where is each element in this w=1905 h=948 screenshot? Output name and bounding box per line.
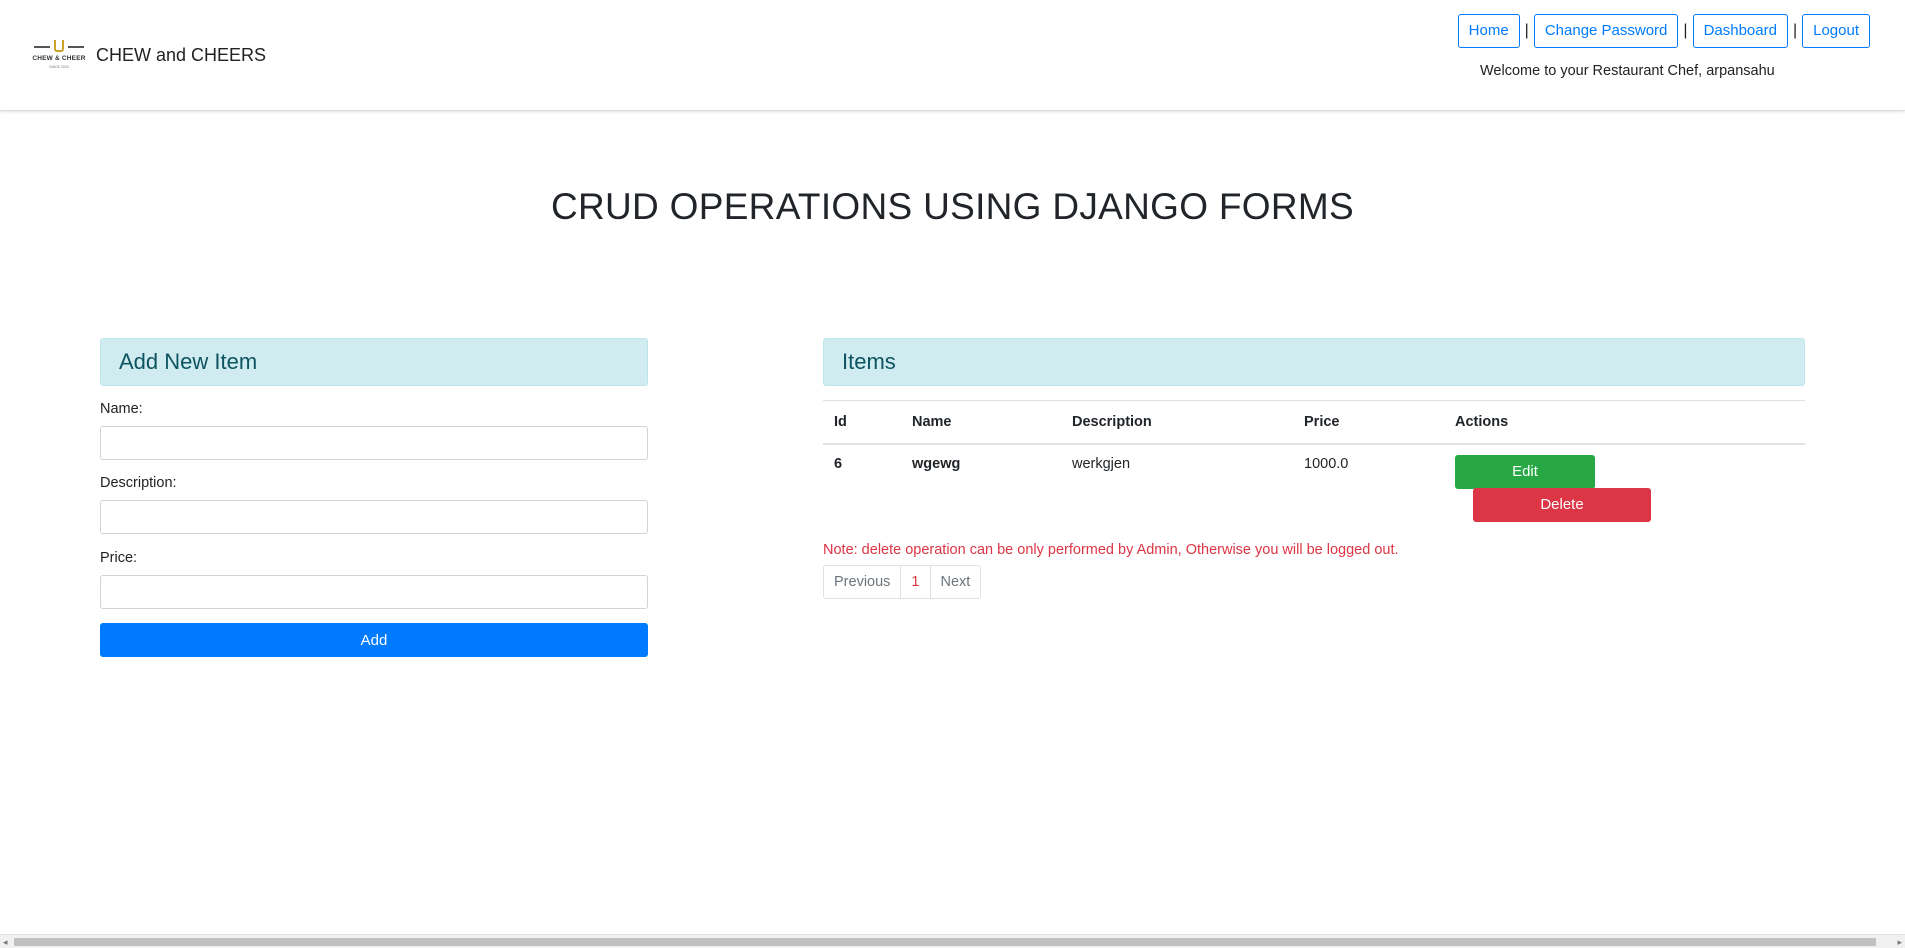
restaurant-logo: CHEW & CHEER SINCE 2023 [32,38,86,72]
brand[interactable]: CHEW & CHEER SINCE 2023 CHEW and CHEERS [32,38,266,72]
column-header-actions: Actions [1444,400,1805,445]
table-row: 6 wgewg werkgjen 1000.0 Edit Delete [823,444,1805,522]
nav-separator: | [1792,22,1798,39]
price-label: Price: [100,550,138,566]
column-header-description: Description [1061,400,1293,445]
page: CHEW & CHEER SINCE 2023 CHEW and CHEERS … [0,0,1905,948]
add-item-form: Add New Item Name: Description: Price: A… [100,338,648,657]
description-input[interactable] [100,500,648,534]
description-label: Description: [100,475,177,491]
cell-description: werkgjen [1072,455,1131,472]
page-title: CRUD OPERATIONS USING DJANGO FORMS [550,186,1354,227]
horizontal-scrollbar[interactable]: ◂ ▸ [0,934,1905,948]
pagination-previous[interactable]: Previous [823,564,902,599]
pagination: Previous 1 Next [823,564,1805,599]
logout-button[interactable]: Logout [1802,14,1870,48]
column-header-name: Name [901,400,1061,445]
edit-button[interactable]: Edit [1455,454,1595,489]
dashboard-button[interactable]: Dashboard [1692,14,1788,48]
home-button[interactable]: Home [1457,14,1520,48]
welcome-message: Welcome to your Restaurant Chef, arpansa… [1480,63,1775,79]
nav-separator: | [1524,22,1529,39]
add-item-heading: Add New Item [100,338,648,386]
cell-actions: Edit Delete [1444,444,1805,522]
cell-id: 6 [834,455,843,472]
column-header-id: Id [823,400,901,445]
scroll-right-icon[interactable]: ▸ [1897,935,1902,948]
name-input[interactable] [100,426,648,460]
top-navbar: CHEW & CHEER SINCE 2023 CHEW and CHEERS … [0,0,1905,111]
cell-price: 1000.0 [1304,455,1349,472]
price-input[interactable] [100,575,648,609]
change-password-button[interactable]: Change Password [1533,14,1679,48]
nav-separator: | [1683,22,1688,39]
items-section: Items Id Name Description Price Actions … [823,338,1805,599]
name-label: Name: [100,401,143,417]
items-heading: Items [823,338,1805,386]
column-header-price: Price [1293,400,1444,445]
brand-name: CHEW and CHEERS [96,44,267,65]
scrollbar-thumb[interactable] [14,938,1876,946]
delete-button[interactable]: Delete [1473,487,1651,522]
cell-name: wgewg [912,455,961,472]
items-table: Id Name Description Price Actions 6 wgew… [823,400,1805,522]
nav-links: Home | Change Password | Dashboard | Log… [1457,14,1870,48]
pagination-page-1[interactable]: 1 [900,564,931,599]
add-button[interactable]: Add [100,623,648,657]
table-header-row: Id Name Description Price Actions [823,400,1805,445]
pagination-next[interactable]: Next [929,564,982,599]
scroll-left-icon[interactable]: ◂ [3,935,8,948]
delete-note: Note: delete operation can be only perfo… [823,541,1399,558]
